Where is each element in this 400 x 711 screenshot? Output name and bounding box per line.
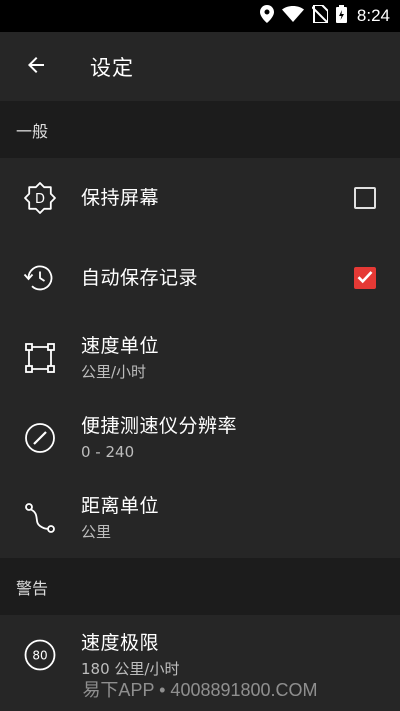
row-text: 速度单位 公里/小时 <box>81 333 159 383</box>
auto-save-label: 自动保存记录 <box>81 267 199 289</box>
section-label: 警告 <box>16 578 49 598</box>
speed-limit-sign-text: 80 <box>32 649 47 663</box>
keep-screen-label: 保持屏幕 <box>81 187 160 209</box>
route-icon <box>20 498 60 538</box>
row-text: 距离单位 公里 <box>81 493 159 543</box>
arrow-left-icon <box>24 53 48 81</box>
page-title: 设定 <box>90 55 134 80</box>
setting-speedometer-resolution[interactable]: 便捷测速仪分辨率 0 - 240 <box>0 398 400 478</box>
speedometer-icon <box>20 418 60 458</box>
speed-unit-value: 公里/小时 <box>81 363 147 381</box>
row-text: 速度极限 180 公里/小时 <box>81 630 179 680</box>
setting-distance-unit[interactable]: 距离单位 公里 <box>0 478 400 558</box>
speedometer-resolution-label: 便捷测速仪分辨率 <box>81 415 238 437</box>
back-button[interactable] <box>0 32 72 101</box>
row-text: 保持屏幕 <box>81 185 159 211</box>
history-icon <box>20 258 60 298</box>
screen-brightness-icon: D <box>20 178 60 218</box>
status-icons: 8:24 <box>259 0 390 32</box>
section-label: 一般 <box>16 121 49 141</box>
svg-text:D: D <box>35 192 45 207</box>
status-bar: 8:24 <box>0 0 400 32</box>
no-sim-icon <box>311 4 329 27</box>
section-header-general: 一般 <box>0 101 400 158</box>
setting-auto-save[interactable]: 自动保存记录 <box>0 238 400 318</box>
auto-save-checkbox[interactable] <box>354 267 376 289</box>
checkmark-icon <box>357 269 373 288</box>
app-bar: 设定 <box>0 32 400 101</box>
location-icon <box>259 5 274 27</box>
setting-keep-screen[interactable]: D 保持屏幕 <box>0 158 400 238</box>
wifi-icon <box>281 6 304 26</box>
setting-speed-unit[interactable]: 速度单位 公里/小时 <box>0 318 400 398</box>
speed-unit-label: 速度单位 <box>81 335 160 357</box>
status-time: 8:24 <box>356 6 390 25</box>
vector-square-icon <box>20 338 60 378</box>
speedometer-resolution-value: 0 - 240 <box>81 443 135 461</box>
section-header-warnings: 警告 <box>0 558 400 615</box>
row-text: 便捷测速仪分辨率 0 - 240 <box>81 413 237 463</box>
speed-limit-label: 速度极限 <box>81 632 160 654</box>
speed-limit-sign-icon: 80 <box>20 635 60 675</box>
distance-unit-label: 距离单位 <box>81 495 160 517</box>
row-text: 自动保存记录 <box>81 265 198 291</box>
distance-unit-value: 公里 <box>81 523 112 541</box>
keep-screen-checkbox[interactable] <box>354 187 376 209</box>
battery-charging-icon <box>335 5 347 27</box>
watermark: 易下APP • 4008891800.COM <box>82 680 318 700</box>
